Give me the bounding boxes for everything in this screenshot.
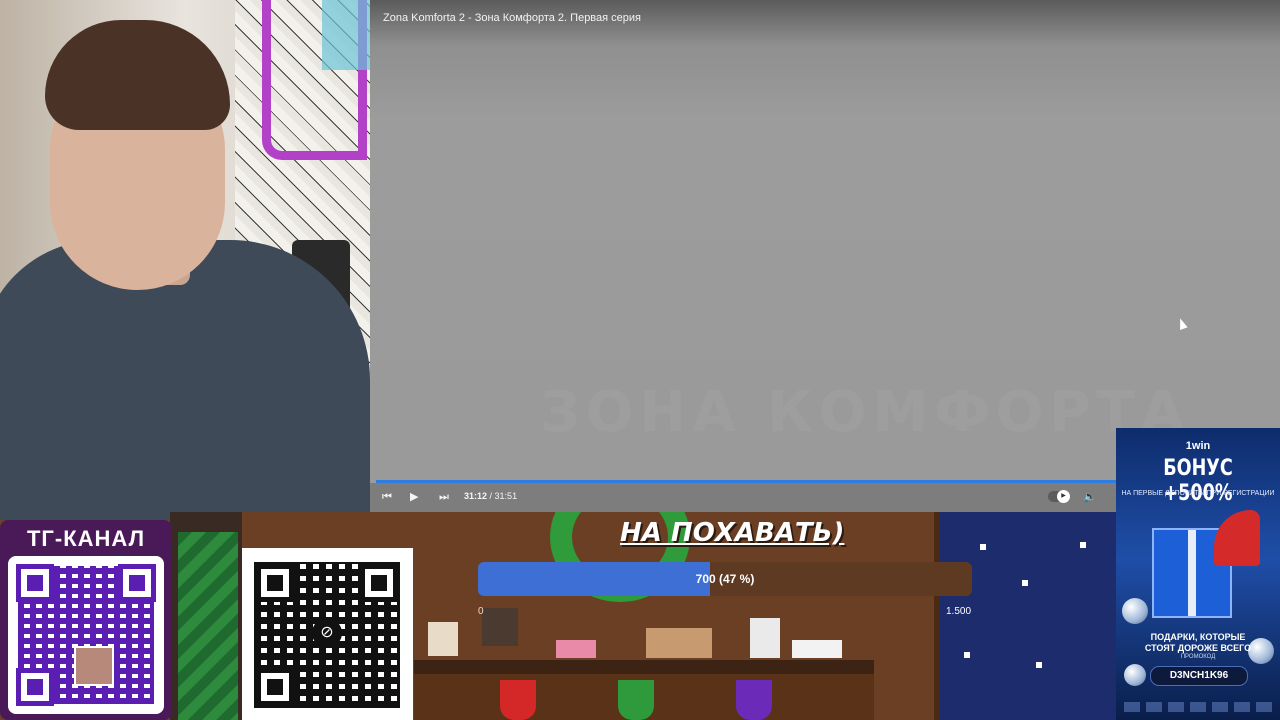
mouse-cursor-icon: [1176, 316, 1188, 331]
play-icon[interactable]: ▶: [410, 491, 418, 504]
time-display: 31:12 / 31:51: [464, 491, 517, 501]
snowflake: [980, 544, 986, 550]
pixel-shelf: [414, 660, 874, 674]
santa-hat-image: [1214, 510, 1260, 566]
pixel-box: [556, 640, 596, 658]
pixel-frame: [482, 608, 518, 646]
ad-subtitle: НА ПЕРВЫЕ ДЕПОЗИТЫ ПРИ РЕГИСТРАЦИИ: [1121, 490, 1275, 497]
qr-finder: [360, 564, 398, 602]
donation-goal-min: 0: [478, 606, 484, 617]
telegram-qr-code: [8, 556, 164, 714]
snowflake: [1022, 580, 1028, 586]
volume-icon[interactable]: 🔈: [1083, 491, 1097, 504]
pixel-plate: [792, 640, 842, 658]
qr-finder: [118, 564, 156, 602]
ornament-ball: [1124, 664, 1146, 686]
qr-finder: [16, 564, 54, 602]
channel-avatar: [74, 646, 114, 686]
donation-goal-max: 1.500: [946, 606, 972, 617]
current-time: 31:12: [464, 491, 488, 501]
donation-goal-title: НА ПОХАВАТЬ): [620, 518, 845, 548]
next-icon[interactable]: ⏭: [439, 491, 449, 504]
time-separator: /: [487, 491, 495, 501]
donation-qr-code: ⊘: [242, 548, 413, 720]
ad-bonus-headline: БОНУС +500%: [1163, 456, 1233, 506]
snowflake: [1036, 662, 1042, 668]
video-frame[interactable]: ЗОНА КОМФОРТА Zona Komforta 2 - Зона Ком…: [370, 0, 1280, 480]
pixel-stocking-green: [618, 680, 654, 720]
pixel-christmas-tree: [178, 532, 238, 720]
ad-tagline-line-1: ПОДАРКИ, КОТОРЫЕ: [1150, 632, 1246, 642]
ad-promo-code: D3NCH1K96: [1150, 666, 1248, 686]
qr-finder: [16, 668, 54, 706]
telegram-channel-card: ТГ-КАНАЛ: [0, 520, 172, 720]
ad-brand-logo: 1win: [1185, 440, 1211, 452]
qr-center-logo-icon: ⊘: [312, 618, 342, 648]
tinsel-decoration-blue: [322, 0, 370, 70]
ad-promo-label: ПРОМОКОД: [1180, 654, 1216, 660]
snowflake: [1080, 542, 1086, 548]
sponsor-ad-banner[interactable]: 1win БОНУС +500% НА ПЕРВЫЕ ДЕПОЗИТЫ ПРИ …: [1116, 428, 1280, 720]
pixel-cup: [750, 618, 780, 658]
ad-tagline: ПОДАРКИ, КОТОРЫЕ СТОЯТ ДОРОЖЕ ВСЕГО: [1116, 632, 1280, 654]
webcam-feed: [0, 0, 370, 520]
pixel-clock: [428, 622, 458, 656]
ornament-ball: [1122, 598, 1148, 624]
qr-finder: [256, 564, 294, 602]
duration: 31:51: [494, 491, 518, 501]
previous-icon[interactable]: ⏮: [382, 491, 392, 504]
donation-goal-bar: 700 (47 %): [478, 562, 972, 596]
telegram-channel-title: ТГ-КАНАЛ: [26, 526, 146, 551]
pixel-stocking-red: [500, 680, 536, 720]
faded-video-logo-text: ЗОНА КОМФОРТА: [540, 380, 1190, 445]
ad-fine-print: [1124, 702, 1272, 712]
qr-finder: [256, 668, 294, 706]
pixel-chest: [646, 628, 712, 658]
autoplay-play-icon: ▶: [1057, 490, 1070, 503]
video-title: Zona Komforta 2 - Зона Комфорта 2. Перва…: [383, 12, 641, 24]
donation-goal-amount: 700 (47 %): [695, 572, 755, 586]
ad-tagline-line-2: СТОЯТ ДОРОЖЕ ВСЕГО: [1144, 643, 1252, 653]
snowflake: [964, 652, 970, 658]
pixel-stocking-purple: [736, 680, 772, 720]
autoplay-toggle[interactable]: ▶: [1048, 490, 1070, 503]
